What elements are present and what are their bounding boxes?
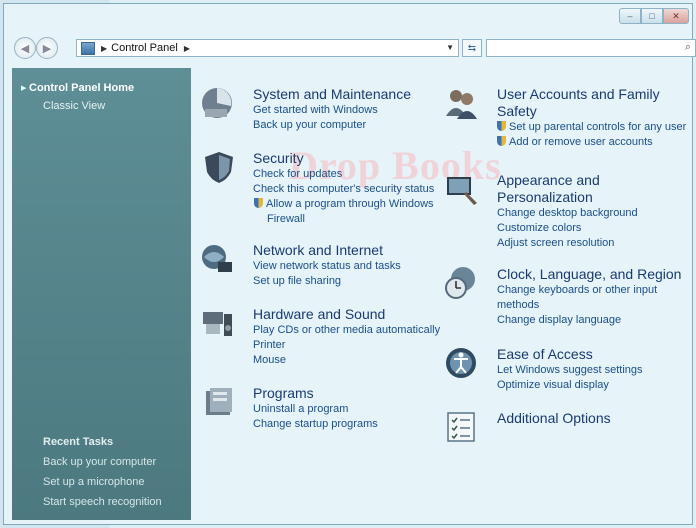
additional-options-icon [447,412,475,442]
task-link[interactable]: Change startup programs [253,417,378,432]
category-title[interactable]: User Accounts and Family [497,86,686,103]
task-link[interactable]: Play CDs or other media automatically [253,323,440,338]
task-link[interactable]: Customize colors [497,221,638,236]
title-bar: – □ ✕ [4,4,692,34]
category-programs: Programs Uninstall a program Change star… [253,385,378,432]
hardware-sound-icon [203,312,232,336]
task-link[interactable]: Printer [253,338,440,353]
sidebar-item-control-panel-home[interactable]: Control Panel Home [29,82,134,94]
task-link[interactable]: Back up your computer [253,118,411,133]
category-appearance: Appearance and Personalization Change de… [497,172,638,251]
forward-button[interactable]: ▶ [36,37,58,59]
category-system-maintenance: System and Maintenance Get started with … [253,86,411,133]
programs-icon [206,388,232,415]
task-link[interactable]: Mouse [253,353,440,368]
navigation-bar: ◀ ▶ ▶ Control Panel ▶ ▼ ⇆ ⌕ [4,34,696,62]
category-title[interactable]: Ease of Access [497,346,643,363]
breadcrumb-separator-icon[interactable]: ▶ [101,44,107,53]
back-arrow-icon: ◀ [20,42,30,55]
category-hardware-sound: Hardware and Sound Play CDs or other med… [253,306,440,368]
category-title[interactable]: Hardware and Sound [253,306,440,323]
breadcrumb-arrow-icon[interactable]: ▶ [184,44,190,53]
task-link[interactable]: Check for updates [253,167,434,182]
task-link-firewall[interactable]: Allow a program through Windows [253,197,434,212]
category-title[interactable]: Security [253,150,434,167]
forward-arrow-icon: ▶ [42,42,52,55]
category-additional-options: Additional Options [497,410,611,427]
task-link-cont[interactable]: methods [497,298,681,313]
recent-task-link[interactable]: Start speech recognition [43,496,162,508]
task-link[interactable]: Let Windows suggest settings [497,363,643,378]
refresh-button[interactable]: ⇆ [462,39,482,57]
network-globe-icon [202,245,232,272]
user-accounts-icon [446,90,477,119]
category-security: Security Check for updates Check this co… [253,150,434,227]
control-panel-icon [81,41,95,55]
task-link[interactable]: Change desktop background [497,206,638,221]
task-link[interactable]: Set up file sharing [253,274,401,289]
address-dropdown-icon[interactable]: ▼ [446,43,454,52]
task-link[interactable]: Uninstall a program [253,402,378,417]
category-title[interactable]: Programs [253,385,378,402]
refresh-icon: ⇆ [467,42,477,54]
recent-tasks-heading: Recent Tasks [43,436,114,448]
current-page-bullet-icon: ▶ [21,85,27,92]
category-clock-language-region: Clock, Language, and Region Change keybo… [497,266,681,328]
breadcrumb-control-panel[interactable]: Control Panel [111,42,178,54]
category-title[interactable]: Network and Internet [253,242,401,259]
category-title[interactable]: Appearance and [497,172,638,189]
address-bar[interactable]: ▶ Control Panel ▶ ▼ [76,39,459,57]
clock-globe-icon [445,267,475,299]
maximize-button[interactable]: □ [641,8,663,24]
appearance-icon [447,177,477,205]
category-title-cont[interactable]: Personalization [497,189,638,206]
system-maintenance-icon [202,88,232,118]
category-network-internet: Network and Internet View network status… [253,242,401,289]
control-panel-window: – □ ✕ ◀ ▶ ▶ Control Panel ▶ ▼ ⇆ ⌕ ▶ Cont… [3,3,696,525]
minimize-button[interactable]: – [619,8,641,24]
category-user-accounts: User Accounts and Family Safety Set up p… [497,86,686,150]
sidebar-item-classic-view[interactable]: Classic View [43,100,105,112]
search-input[interactable]: ⌕ [486,39,696,57]
task-link[interactable]: Add or remove user accounts [497,135,686,150]
ease-of-access-icon [446,348,476,378]
back-button[interactable]: ◀ [14,37,36,59]
task-link[interactable]: Set up parental controls for any user [497,120,686,135]
task-link[interactable]: Change keyboards or other input [497,283,681,298]
search-icon[interactable]: ⌕ [685,41,691,54]
task-link[interactable]: Change display language [497,313,681,328]
task-link[interactable]: View network status and tasks [253,259,401,274]
close-button[interactable]: ✕ [663,8,689,24]
task-link[interactable]: Optimize visual display [497,378,643,393]
task-link-firewall-cont[interactable]: Firewall [253,212,434,227]
category-title[interactable]: Additional Options [497,410,611,427]
category-ease-of-access: Ease of Access Let Windows suggest setti… [497,346,643,393]
task-link[interactable]: Adjust screen resolution [497,236,638,251]
category-title[interactable]: System and Maintenance [253,86,411,103]
recent-task-link[interactable]: Back up your computer [43,456,156,468]
security-shield-icon [205,152,233,183]
recent-task-link[interactable]: Set up a microphone [43,476,145,488]
task-link[interactable]: Check this computer's security status [253,182,434,197]
category-title-cont[interactable]: Safety [497,103,686,120]
sidebar: ▶ Control Panel Home Classic View Recent… [12,68,191,520]
task-link[interactable]: Get started with Windows [253,103,411,118]
category-title[interactable]: Clock, Language, and Region [497,266,681,283]
